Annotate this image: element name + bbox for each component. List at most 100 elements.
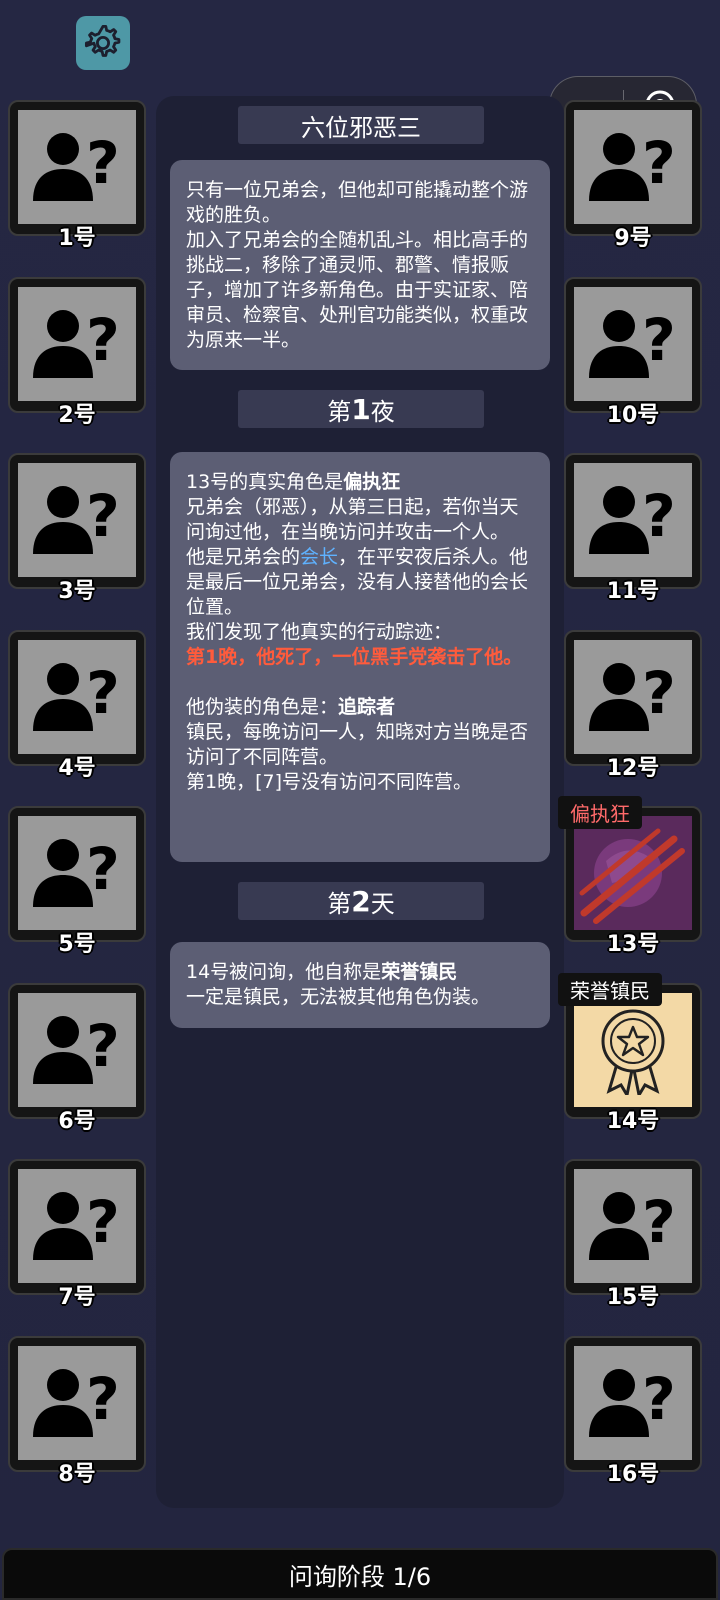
phase-bar[interactable]: 问询阶段 1/6	[2, 1548, 718, 1600]
player-slot[interactable]: ? 15号	[564, 1159, 702, 1310]
player-slot[interactable]: ? 12号	[564, 630, 702, 781]
role-tag: 偏执狂	[558, 796, 642, 829]
slot-number: 4号	[58, 756, 96, 781]
slot-portrait: ?	[18, 640, 136, 754]
player-slot[interactable]: 13号 偏执狂	[558, 796, 702, 957]
medal-icon	[601, 1009, 665, 1095]
unknown-player-icon: ?	[33, 482, 120, 554]
player-slot[interactable]: ? 4号	[8, 630, 146, 781]
slot-number: 14号	[606, 1109, 660, 1134]
svg-text:?: ?	[642, 129, 676, 197]
svg-text:?: ?	[642, 659, 676, 727]
heading-prefix: 第	[327, 889, 352, 918]
claim-description: 一定是镇民，无法被其他角色伪装。	[186, 986, 491, 1008]
player-slot[interactable]: ? 11号	[564, 453, 702, 604]
unknown-player-icon: ?	[33, 659, 120, 731]
night-1-card: 13号的真实角色是偏执狂 兄弟会（邪恶），从第三日起，若你当天问询过他，在当晚访…	[170, 452, 550, 862]
unknown-player-icon: ?	[589, 1188, 676, 1260]
heading-suffix: 夜	[370, 397, 395, 426]
slot-number: 6号	[58, 1109, 96, 1134]
day-2-card: 14号被问询，他自称是荣誉镇民 一定是镇民，无法被其他角色伪装。	[170, 942, 550, 1028]
player-slot[interactable]: ? 5号	[8, 806, 146, 957]
unknown-player-icon: ?	[33, 1365, 120, 1437]
gear-icon	[84, 24, 121, 57]
slot-portrait: ?	[18, 287, 136, 401]
heading-number: 1	[351, 392, 371, 426]
slot-number: 10号	[606, 403, 660, 428]
slot-number: 12号	[606, 756, 660, 781]
disguise-role: 追踪者	[338, 696, 396, 718]
slot-portrait: ?	[574, 110, 692, 224]
slot-portrait	[574, 816, 692, 930]
heading-suffix: 天	[370, 889, 395, 918]
unknown-player-icon: ?	[33, 306, 120, 378]
player-slot[interactable]: ? 10号	[564, 277, 702, 428]
intro-line-1: 只有一位兄弟会，但他却可能撬动整个游戏的胜负。	[186, 179, 529, 226]
player-slot[interactable]: ? 1号	[8, 100, 146, 251]
slot-portrait	[574, 993, 692, 1107]
slot-portrait: ?	[18, 463, 136, 577]
settings-button[interactable]	[76, 16, 130, 70]
slot-portrait: ?	[18, 1169, 136, 1283]
heading-prefix: 第	[327, 397, 352, 426]
player-slot[interactable]: ? 8号	[8, 1336, 146, 1487]
unknown-player-icon: ?	[589, 482, 676, 554]
svg-text:?: ?	[642, 1188, 676, 1256]
leader-link[interactable]: 会长	[300, 546, 338, 568]
trace-label: 我们发现了他真实的行动踪迹：	[186, 621, 453, 643]
heading-number: 2	[351, 884, 371, 918]
svg-text:?: ?	[86, 1188, 120, 1256]
slot-portrait: ?	[18, 110, 136, 224]
slot-number: 3号	[58, 579, 96, 604]
day-2-heading: 第2天	[238, 882, 484, 920]
svg-text:?: ?	[642, 1365, 676, 1433]
slot-number: 1号	[58, 226, 96, 251]
slot-number: 11号	[606, 579, 660, 604]
unknown-player-icon: ?	[589, 1365, 676, 1437]
unknown-player-icon: ?	[33, 1012, 120, 1084]
slot-number: 7号	[58, 1285, 96, 1310]
svg-text:?: ?	[86, 835, 120, 903]
unknown-player-icon: ?	[33, 129, 120, 201]
true-role-line: 13号的真实角色是偏执狂	[186, 470, 534, 495]
unknown-player-icon: ?	[589, 306, 676, 378]
player-slot[interactable]: ? 16号	[564, 1336, 702, 1487]
claw-slash-icon	[579, 828, 685, 924]
unknown-player-icon: ?	[589, 659, 676, 731]
player-slot[interactable]: ? 3号	[8, 453, 146, 604]
player-slot[interactable]: ? 9号	[564, 100, 702, 251]
slot-portrait: ?	[574, 287, 692, 401]
svg-text:?: ?	[642, 482, 676, 550]
slot-number: 8号	[58, 1462, 96, 1487]
unknown-player-icon: ?	[33, 1188, 120, 1260]
slot-number: 5号	[58, 932, 96, 957]
leader-line: 他是兄弟会的会长，在平安夜后杀人。他是最后一位兄弟会，没有人接替他的会长位置。	[186, 545, 534, 620]
unknown-player-icon: ?	[589, 129, 676, 201]
slot-portrait: ?	[574, 1169, 692, 1283]
claim-line: 14号被问询，他自称是荣誉镇民	[186, 960, 534, 985]
slot-portrait: ?	[574, 1346, 692, 1460]
slot-number: 15号	[606, 1285, 660, 1310]
leader-text-a: 他是兄弟会的	[186, 546, 301, 568]
slot-portrait: ?	[574, 463, 692, 577]
svg-text:?: ?	[86, 482, 120, 550]
slot-number: 9号	[614, 226, 652, 251]
slot-portrait: ?	[18, 1346, 136, 1460]
svg-text:?: ?	[642, 306, 676, 374]
player-slot[interactable]: 14号 荣誉镇民	[558, 973, 702, 1134]
slot-number: 16号	[606, 1462, 660, 1487]
slot-portrait: ?	[18, 993, 136, 1107]
disguise-line: 他伪装的角色是：追踪者	[186, 695, 534, 720]
svg-text:?: ?	[86, 659, 120, 727]
slot-portrait: ?	[574, 640, 692, 754]
svg-text:?: ?	[86, 1365, 120, 1433]
player-slot[interactable]: ? 7号	[8, 1159, 146, 1310]
disguise-prefix: 他伪装的角色是：	[186, 696, 339, 718]
player-slot[interactable]: ? 6号	[8, 983, 146, 1134]
scenario-title: 六位邪恶三	[238, 106, 484, 144]
player-slot[interactable]: ? 2号	[8, 277, 146, 428]
slot-number: 2号	[58, 403, 96, 428]
slot-portrait: ?	[18, 816, 136, 930]
disguise-description: 镇民，每晚访问一人，知晓对方当晚是否访问了不同阵营。	[186, 721, 529, 768]
